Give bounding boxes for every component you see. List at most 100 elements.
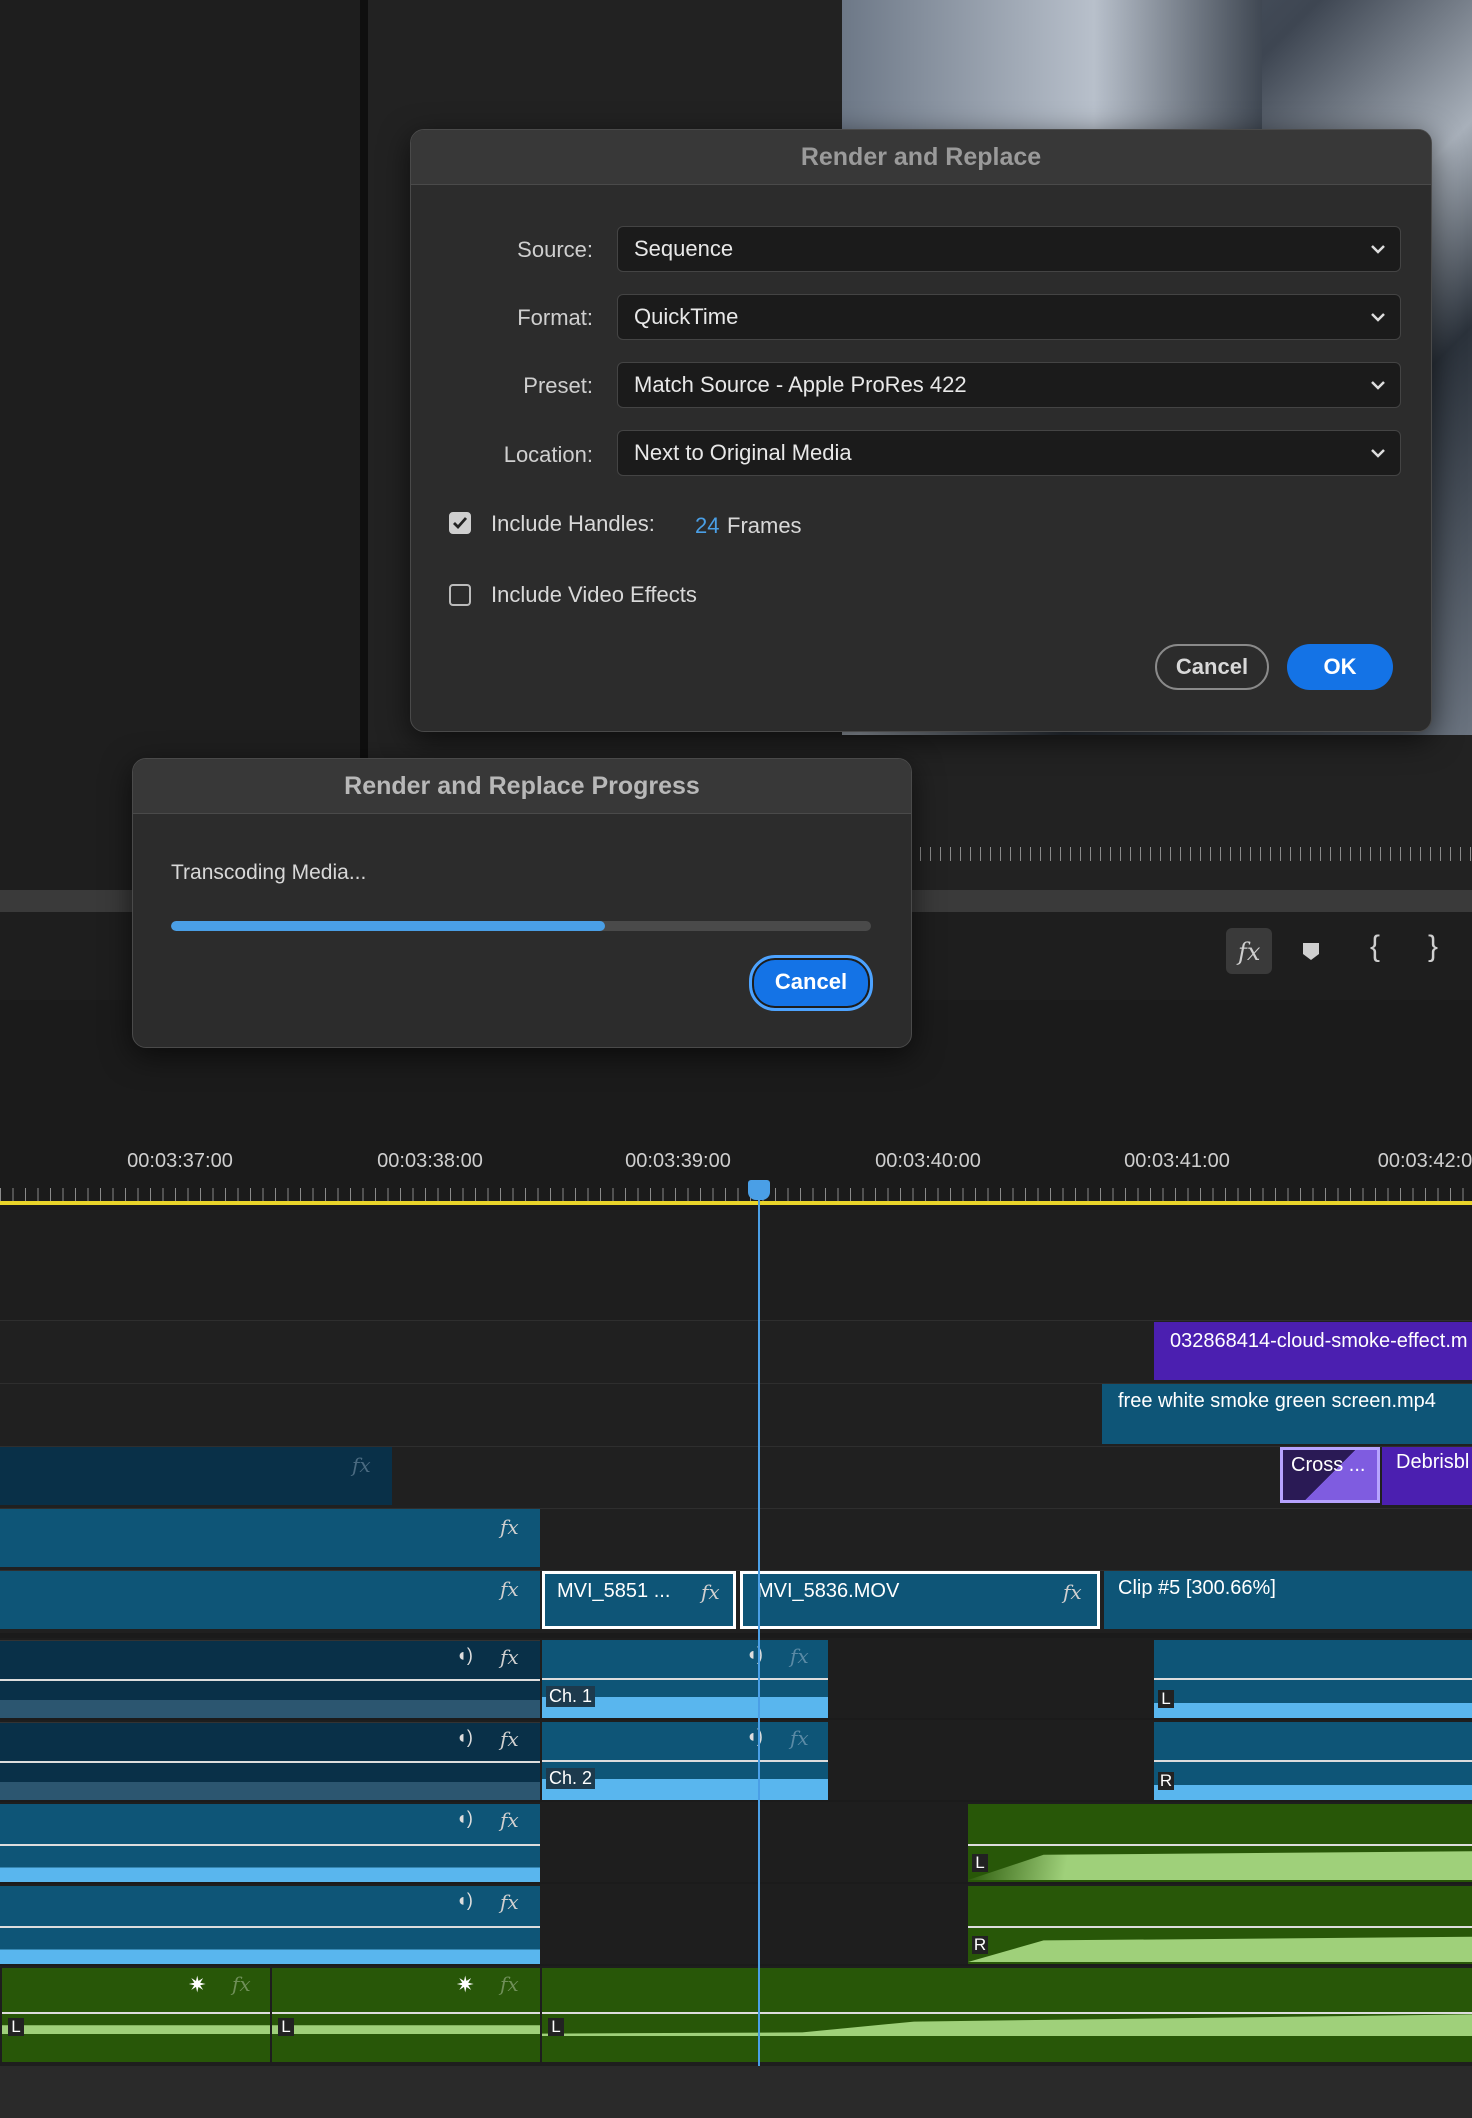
channel-label: Ch. 2 xyxy=(546,1768,596,1789)
ok-button[interactable]: OK xyxy=(1287,644,1393,690)
clip-name: Cross ... xyxy=(1291,1454,1366,1476)
program-preview-dark xyxy=(842,0,1262,130)
waveform xyxy=(968,1851,1472,1880)
clip-v3-left[interactable]: fx xyxy=(0,1447,392,1505)
format-dropdown[interactable]: QuickTime xyxy=(617,294,1401,340)
channel-label-l: L xyxy=(972,1854,988,1872)
source-value: Sequence xyxy=(634,236,734,261)
mark-in-icon[interactable]: { xyxy=(1370,930,1380,964)
channel-label-l: L xyxy=(548,2018,564,2036)
fx-icon: fx xyxy=(790,1726,809,1750)
cancel-button[interactable]: Cancel xyxy=(1155,644,1269,690)
waveform xyxy=(0,1844,540,1882)
clip-cloud-smoke[interactable]: 032868414-cloud-smoke-effect.m xyxy=(1154,1322,1472,1380)
audio-clip-a5-3[interactable]: L xyxy=(542,1968,1472,2062)
timecode-label: 00:03:38:00 xyxy=(377,1150,483,1172)
fx-icon: fx xyxy=(1238,938,1261,966)
audio-clip-a5-2[interactable]: ✷ fx L xyxy=(272,1968,540,2062)
fx-icon: fx xyxy=(701,1580,720,1604)
fx-icon: fx xyxy=(500,1972,519,1996)
volume-icon[interactable]: ◖) xyxy=(456,1645,473,1666)
audio-clip-a2-mid[interactable]: Ch. 2 ◖) fx xyxy=(542,1722,828,1800)
include-handles-checkbox[interactable] xyxy=(449,512,471,534)
work-area-bar[interactable] xyxy=(0,1201,1472,1205)
fx-icon: fx xyxy=(352,1453,371,1477)
progress-cancel-button[interactable]: Cancel xyxy=(749,955,873,1011)
timeline-ruler[interactable] xyxy=(0,1188,1472,1202)
timecode-label: 00:03:40:00 xyxy=(875,1150,981,1172)
audio-clip-a4-right[interactable]: R xyxy=(968,1886,1472,1964)
volume-icon[interactable]: ◖) xyxy=(746,1644,763,1665)
channel-label-l: L xyxy=(1158,1690,1174,1708)
clip-white-smoke[interactable]: free white smoke green screen.mp4 xyxy=(1102,1384,1472,1444)
timeline-scrollbar[interactable] xyxy=(0,2066,1472,2118)
volume-line xyxy=(2,2012,270,2014)
volume-icon[interactable]: ◖) xyxy=(746,1726,763,1747)
preset-dropdown[interactable]: Match Source - Apple ProRes 422 xyxy=(617,362,1401,408)
audio-clip-a2-left[interactable]: ◖) fx xyxy=(0,1722,540,1800)
fx-toggle-button[interactable]: fx xyxy=(1226,928,1272,974)
handles-unit: Frames xyxy=(727,513,802,538)
fx-icon: fx xyxy=(232,1972,251,1996)
monitor-ruler[interactable] xyxy=(910,835,1472,865)
audio-clip-a3-left[interactable]: ◖) fx xyxy=(0,1804,540,1882)
include-video-effects-checkbox[interactable] xyxy=(449,584,471,606)
clip-5[interactable]: Clip #5 [300.66%] xyxy=(1104,1571,1472,1629)
audio-clip-a5-1[interactable]: ✷ fx L xyxy=(2,1968,270,2062)
audio-clip-a4-left[interactable]: ◖) fx xyxy=(0,1886,540,1964)
render-and-replace-dialog: Render and Replace Source: Sequence Form… xyxy=(410,129,1432,732)
clip-cross-transition[interactable]: Cross ... xyxy=(1280,1447,1380,1503)
clip-v1-left[interactable]: fx xyxy=(0,1571,540,1629)
preset-value: Match Source - Apple ProRes 422 xyxy=(634,372,967,397)
audio-clip-a2-right[interactable]: R xyxy=(1154,1722,1472,1800)
volume-icon[interactable]: ◖) xyxy=(456,1808,473,1829)
mark-out-icon[interactable]: } xyxy=(1428,930,1438,964)
format-value: QuickTime xyxy=(634,304,739,329)
waveform xyxy=(1154,1678,1472,1718)
timecode-label: 00:03:39:00 xyxy=(625,1150,731,1172)
clip-v2-left[interactable]: fx xyxy=(0,1509,540,1567)
volume-line xyxy=(542,2012,1472,2014)
timecode-label: 00:03:41:00 xyxy=(1124,1150,1230,1172)
audio-clip-a1-left[interactable]: ◖) fx xyxy=(0,1640,540,1718)
channel-label-l: L xyxy=(278,2018,294,2036)
fx-icon: fx xyxy=(1063,1580,1082,1604)
waveform xyxy=(0,1761,540,1800)
waveform xyxy=(0,1926,540,1964)
format-label: Format: xyxy=(517,305,593,330)
waveform xyxy=(2,2025,270,2034)
audio-clip-a1-mid[interactable]: Ch. 1 ◖) fx xyxy=(542,1640,828,1718)
audio-clip-a1-right[interactable]: L xyxy=(1154,1640,1472,1718)
chevron-down-icon xyxy=(1371,449,1385,458)
clip-debris[interactable]: Debrisbl xyxy=(1382,1447,1472,1505)
chevron-down-icon xyxy=(1371,245,1385,254)
timecode-label: 00:03:37:00 xyxy=(127,1150,233,1172)
include-video-effects-label: Include Video Effects xyxy=(491,582,697,607)
audio-clip-a3-right[interactable]: L xyxy=(968,1804,1472,1882)
clip-mvi-5851[interactable]: MVI_5851 ... fx xyxy=(542,1571,736,1629)
effect-star-icon: ✷ xyxy=(456,1972,475,1997)
fx-icon: fx xyxy=(790,1644,809,1668)
panel-divider[interactable] xyxy=(360,0,368,760)
progress-bar-fill xyxy=(171,921,605,931)
source-dropdown[interactable]: Sequence xyxy=(617,226,1401,272)
playhead-handle[interactable] xyxy=(748,1180,770,1200)
timecode-label: 00:03:42:0 xyxy=(1377,1150,1472,1172)
clip-mvi-5836[interactable]: MVI_5836.MOV fx xyxy=(740,1571,1100,1629)
include-handles-label: Include Handles: xyxy=(491,511,655,536)
fx-icon: fx xyxy=(500,1890,519,1914)
playhead-line xyxy=(758,1188,760,2066)
handles-value[interactable]: 24 xyxy=(695,513,719,539)
channel-label-r: R xyxy=(972,1935,988,1954)
waveform xyxy=(542,2014,1472,2036)
location-label: Location: xyxy=(503,442,593,467)
volume-icon[interactable]: ◖) xyxy=(456,1890,473,1911)
progress-status-text: Transcoding Media... xyxy=(171,861,367,884)
chevron-down-icon xyxy=(1371,381,1385,390)
volume-icon[interactable]: ◖) xyxy=(456,1727,473,1748)
progress-bar-track xyxy=(171,921,871,931)
location-value: Next to Original Media xyxy=(634,440,852,465)
marker-icon[interactable] xyxy=(1300,940,1322,962)
waveform xyxy=(968,1936,1472,1962)
location-dropdown[interactable]: Next to Original Media xyxy=(617,430,1401,476)
